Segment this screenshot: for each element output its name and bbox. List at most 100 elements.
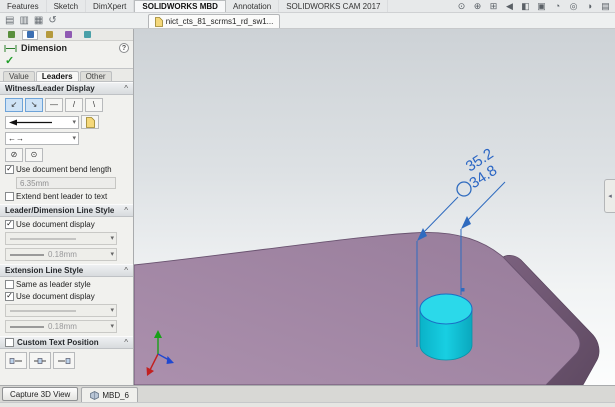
- solidworks-window: Features Sketch DimXpert SOLIDWORKS MBD …: [0, 0, 615, 407]
- custom-text-position-checkbox[interactable]: [5, 338, 14, 347]
- zoom-area-icon[interactable]: ⊞: [488, 2, 499, 11]
- dropdown-caret-icon: ▾: [72, 135, 76, 142]
- collapse-chevron-icon[interactable]: ^: [124, 84, 128, 93]
- configurationmanager-tab-icon: [46, 31, 53, 38]
- graphics-viewport[interactable]: 35.2 34.8 ◂: [134, 29, 615, 385]
- ribbon-tab-solidworks-mbd[interactable]: SOLIDWORKS MBD: [134, 0, 226, 12]
- tab-other[interactable]: Other: [80, 71, 112, 81]
- ribbon-tab-dimxpert[interactable]: DimXpert: [86, 0, 134, 12]
- dropdown-caret-icon: ▾: [110, 235, 114, 242]
- dimension-line-right: [466, 182, 505, 222]
- second-arrow-style-dropdown[interactable]: ←→ ▾: [5, 132, 79, 145]
- task-pane-toggle[interactable]: ◂: [604, 179, 615, 213]
- quick-access-toolbar: ▤ ▥ ▦ ↺: [0, 16, 62, 28]
- featuremanager-tab[interactable]: [3, 30, 19, 40]
- arrow-style-dropdown[interactable]: ▾: [5, 116, 79, 129]
- extend-bent-leader-checkbox[interactable]: [5, 192, 14, 201]
- override-arrow-toggle-button[interactable]: ⊘: [5, 148, 23, 162]
- undo-icon[interactable]: ↺: [48, 16, 56, 26]
- same-as-leader-style-checkbox[interactable]: [5, 280, 14, 289]
- leader-backslash-button[interactable]: \: [85, 98, 103, 112]
- leader-use-document-display-checkbox[interactable]: [5, 220, 14, 229]
- previous-view-icon[interactable]: ◀: [504, 2, 515, 11]
- line-style-sample-icon: [8, 308, 78, 314]
- line-thickness-sample-icon: [8, 324, 46, 330]
- view-tab-mbd6[interactable]: MBD_6: [81, 387, 138, 402]
- leader-slash-button[interactable]: /: [65, 98, 83, 112]
- arrow-direction-toggle-button[interactable]: ⊙: [25, 148, 43, 162]
- extend-bent-leader-label: Extend bent leader to text: [16, 192, 107, 201]
- extension-line-thickness-dropdown: 0.18mm ▾: [5, 320, 117, 333]
- zoom-fit-icon[interactable]: ⊕: [472, 2, 483, 11]
- apply-scene-icon[interactable]: ▤: [600, 2, 611, 11]
- section-witness-leader-display[interactable]: Witness/Leader Display ^: [0, 82, 133, 95]
- displaymanager-tab[interactable]: [79, 30, 95, 40]
- line-style-sample-icon: [8, 236, 78, 242]
- ribbon-tab-solidworks-cam[interactable]: SOLIDWORKS CAM 2017: [279, 0, 388, 12]
- witness-body: ↙ ↘ — / \ ▾: [0, 95, 133, 204]
- section-custom-text-title: Custom Text Position: [17, 338, 99, 347]
- document-tab-label: nict_cts_81_scrms1_rd_sw1...: [166, 17, 274, 26]
- second-arrow-sample-icon: ←→: [8, 134, 24, 143]
- collapse-chevron-icon[interactable]: ^: [124, 206, 128, 215]
- leader-style-straight-button[interactable]: ↘: [25, 98, 43, 112]
- ribbon-tab-sketch[interactable]: Sketch: [47, 0, 86, 12]
- dimxpertmanager-tab[interactable]: [60, 30, 76, 40]
- arrow-style-sample-icon: [8, 118, 54, 127]
- extension-use-document-display-checkbox[interactable]: [5, 292, 14, 301]
- ok-button[interactable]: ✓: [5, 56, 14, 67]
- view-cube-icon: [90, 391, 99, 400]
- search-icon[interactable]: ⊙: [456, 2, 467, 11]
- capture-3d-view-button[interactable]: Capture 3D View: [2, 387, 78, 401]
- help-icon[interactable]: ?: [119, 43, 129, 53]
- text-left-leader-button[interactable]: [5, 352, 27, 369]
- hole-top-face[interactable]: [420, 294, 472, 324]
- leader-style-body: Use document display ▾ 0.18mm ▾: [0, 217, 133, 264]
- use-document-bend-length-checkbox[interactable]: [5, 165, 14, 174]
- document-tab-bar: ▤ ▥ ▦ ↺ nict_cts_81_scrms1_rd_sw1...: [0, 13, 615, 29]
- save-icon[interactable]: ▦: [34, 16, 43, 26]
- appearances-icon[interactable]: ◑: [584, 2, 595, 11]
- collapse-chevron-icon[interactable]: ^: [124, 338, 128, 347]
- configurationmanager-tab[interactable]: [41, 30, 57, 40]
- tab-value[interactable]: Value: [3, 71, 35, 81]
- text-right-leader-button[interactable]: [53, 352, 75, 369]
- propertymanager-tab[interactable]: [22, 30, 38, 40]
- section-view-icon[interactable]: ◧: [520, 2, 531, 11]
- leader-style-none-button[interactable]: —: [45, 98, 63, 112]
- leader-style-bent-button[interactable]: ↙: [5, 98, 23, 112]
- ribbon-tab-annotation[interactable]: Annotation: [226, 0, 279, 12]
- text-center-leader-button[interactable]: [29, 352, 51, 369]
- document-arrow-style-button[interactable]: [81, 115, 99, 129]
- model-top-face[interactable]: [134, 232, 580, 385]
- use-document-bend-length-label: Use document bend length: [16, 165, 112, 174]
- manager-tab-strip: [0, 29, 133, 41]
- dropdown-caret-icon: ▾: [110, 307, 114, 314]
- custom-text-body: [0, 349, 133, 372]
- collapse-chevron-icon[interactable]: ^: [124, 266, 128, 275]
- ribbon-tab-features[interactable]: Features: [0, 0, 47, 12]
- open-file-icon[interactable]: ▥: [19, 16, 28, 26]
- extension-use-document-display-label: Use document display: [16, 292, 95, 301]
- new-file-icon[interactable]: ▤: [5, 16, 14, 26]
- document-tab[interactable]: nict_cts_81_scrms1_rd_sw1...: [148, 14, 281, 28]
- section-witness-title: Witness/Leader Display: [5, 84, 95, 93]
- text-center-leader-icon: [33, 356, 47, 366]
- bend-length-field: 6.35mm: [16, 177, 116, 189]
- extension-style-body: Same as leader style Use document displa…: [0, 277, 133, 336]
- model-scene: 35.2 34.8: [134, 29, 615, 385]
- hide-show-items-icon[interactable]: ◎: [568, 2, 579, 11]
- section-extension-line-style[interactable]: Extension Line Style ^: [0, 264, 133, 277]
- dimxpertmanager-tab-icon: [65, 31, 72, 38]
- same-as-leader-style-label: Same as leader style: [16, 280, 91, 289]
- view-orientation-icon[interactable]: ▣: [536, 2, 547, 11]
- tab-leaders[interactable]: Leaders: [36, 71, 79, 81]
- section-leader-dimension-line-style[interactable]: Leader/Dimension Line Style ^: [0, 204, 133, 217]
- annotation-handle-point[interactable]: [461, 288, 465, 292]
- display-style-icon[interactable]: ◔: [552, 2, 563, 11]
- leader-use-document-display-label: Use document display: [16, 220, 95, 229]
- part-file-icon: [155, 17, 163, 27]
- propertymanager-tab-icon: [27, 31, 34, 38]
- leader-line-thickness-value: 0.18mm: [48, 250, 77, 259]
- section-custom-text-position[interactable]: Custom Text Position ^: [0, 336, 133, 349]
